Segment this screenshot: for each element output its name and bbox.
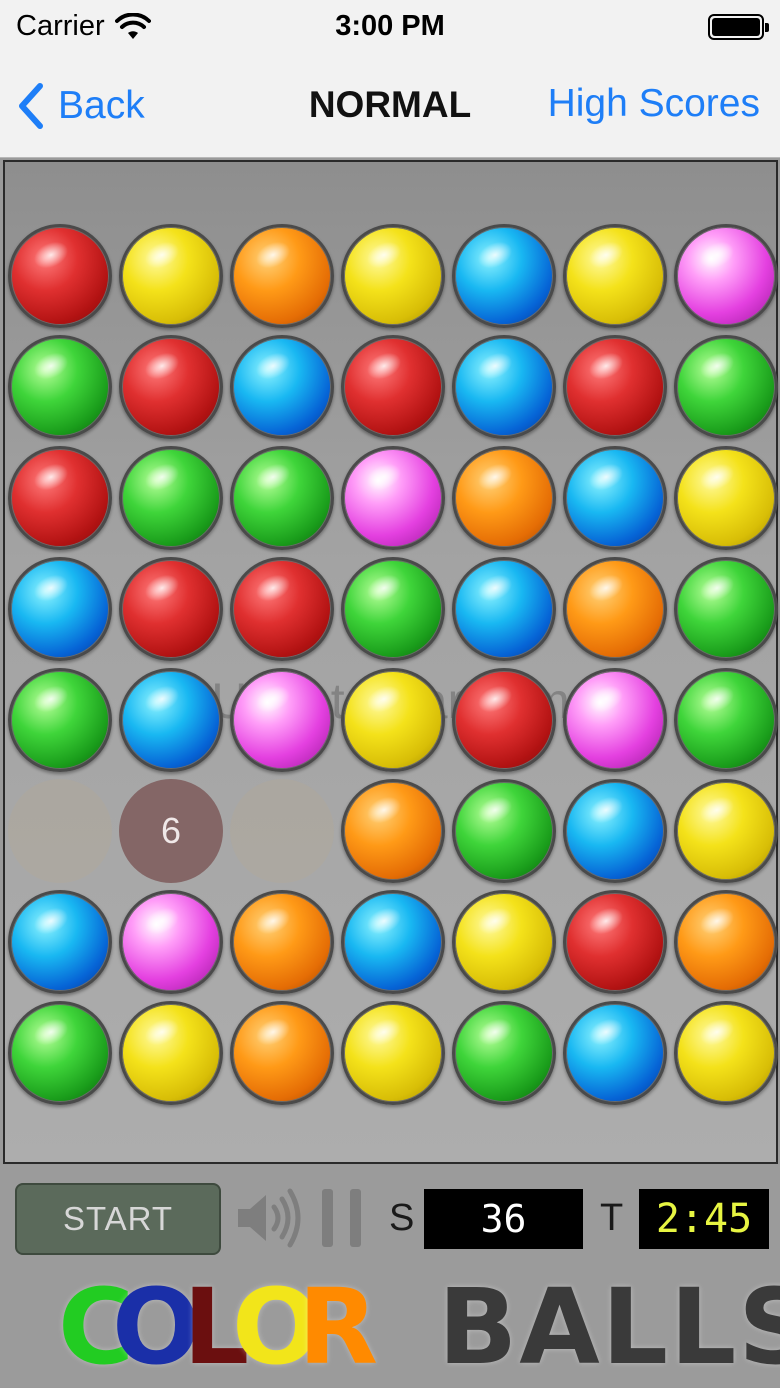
orange-ball[interactable]: [341, 779, 445, 883]
green-ball[interactable]: [8, 1001, 112, 1105]
pink-ball[interactable]: [563, 668, 667, 772]
pink-ball[interactable]: [230, 668, 334, 772]
yellow-ball[interactable]: [452, 890, 556, 994]
chevron-left-icon: [19, 83, 43, 129]
blue-ball[interactable]: [563, 1001, 667, 1105]
red-ball[interactable]: [119, 335, 223, 439]
high-scores-button[interactable]: High Scores: [548, 82, 760, 126]
blue-ball[interactable]: [452, 335, 556, 439]
green-ball[interactable]: [8, 668, 112, 772]
status-bar: Carrier 3:00 PM: [0, 0, 780, 54]
red-ball[interactable]: [119, 557, 223, 661]
yellow-ball[interactable]: [341, 1001, 445, 1105]
battery-icon: [708, 14, 769, 40]
green-ball[interactable]: [452, 1001, 556, 1105]
pink-ball[interactable]: [341, 446, 445, 550]
blue-ball[interactable]: [341, 890, 445, 994]
blue-ball[interactable]: [119, 668, 223, 772]
blue-ball[interactable]: [563, 446, 667, 550]
logo-letter: R: [298, 1266, 379, 1388]
yellow-ball[interactable]: [341, 668, 445, 772]
logo-word-balls: BALLS: [438, 1266, 780, 1388]
red-ball[interactable]: [563, 890, 667, 994]
green-ball[interactable]: [8, 335, 112, 439]
empty-cell: [8, 779, 112, 883]
yellow-ball[interactable]: [341, 224, 445, 328]
green-ball[interactable]: [452, 779, 556, 883]
green-ball[interactable]: [230, 446, 334, 550]
blue-ball[interactable]: [230, 335, 334, 439]
score-display: 36: [424, 1189, 583, 1249]
blue-ball[interactable]: [8, 890, 112, 994]
nav-bar: Back NORMAL High Scores: [0, 54, 780, 158]
orange-ball[interactable]: [230, 890, 334, 994]
back-button[interactable]: Back: [18, 80, 145, 132]
orange-ball[interactable]: [563, 557, 667, 661]
score-label: S: [389, 1197, 415, 1239]
red-ball[interactable]: [341, 335, 445, 439]
yellow-ball[interactable]: [563, 224, 667, 328]
sound-icon[interactable]: [234, 1185, 302, 1251]
red-ball[interactable]: [230, 557, 334, 661]
orange-ball[interactable]: [452, 446, 556, 550]
countdown-cell: 6: [119, 779, 223, 883]
pause-icon[interactable]: [320, 1189, 364, 1247]
time-label: T: [600, 1197, 624, 1239]
countdown-value: 6: [160, 810, 182, 851]
pink-ball[interactable]: [119, 890, 223, 994]
yellow-ball[interactable]: [119, 224, 223, 328]
green-ball[interactable]: [119, 446, 223, 550]
pink-ball[interactable]: [674, 224, 778, 328]
empty-cell: [230, 779, 334, 883]
blue-ball[interactable]: [452, 557, 556, 661]
orange-ball[interactable]: [674, 890, 778, 994]
timer-display: 2:45: [639, 1189, 769, 1249]
yellow-ball[interactable]: [674, 779, 778, 883]
green-ball[interactable]: [674, 335, 778, 439]
green-ball[interactable]: [674, 668, 778, 772]
red-ball[interactable]: [8, 224, 112, 328]
green-ball[interactable]: [674, 557, 778, 661]
yellow-ball[interactable]: [119, 1001, 223, 1105]
red-ball[interactable]: [8, 446, 112, 550]
blue-ball[interactable]: [8, 557, 112, 661]
start-button[interactable]: START: [15, 1183, 221, 1255]
blue-ball[interactable]: [452, 224, 556, 328]
orange-ball[interactable]: [230, 224, 334, 328]
app-logo: C O L O R BALLS: [0, 1272, 780, 1382]
yellow-ball[interactable]: [674, 446, 778, 550]
game-board: UpdateStar.com 6: [3, 160, 778, 1164]
blue-ball[interactable]: [563, 779, 667, 883]
green-ball[interactable]: [341, 557, 445, 661]
red-ball[interactable]: [563, 335, 667, 439]
yellow-ball[interactable]: [674, 1001, 778, 1105]
back-label: Back: [58, 84, 145, 127]
orange-ball[interactable]: [230, 1001, 334, 1105]
status-time: 3:00 PM: [335, 10, 445, 42]
red-ball[interactable]: [452, 668, 556, 772]
